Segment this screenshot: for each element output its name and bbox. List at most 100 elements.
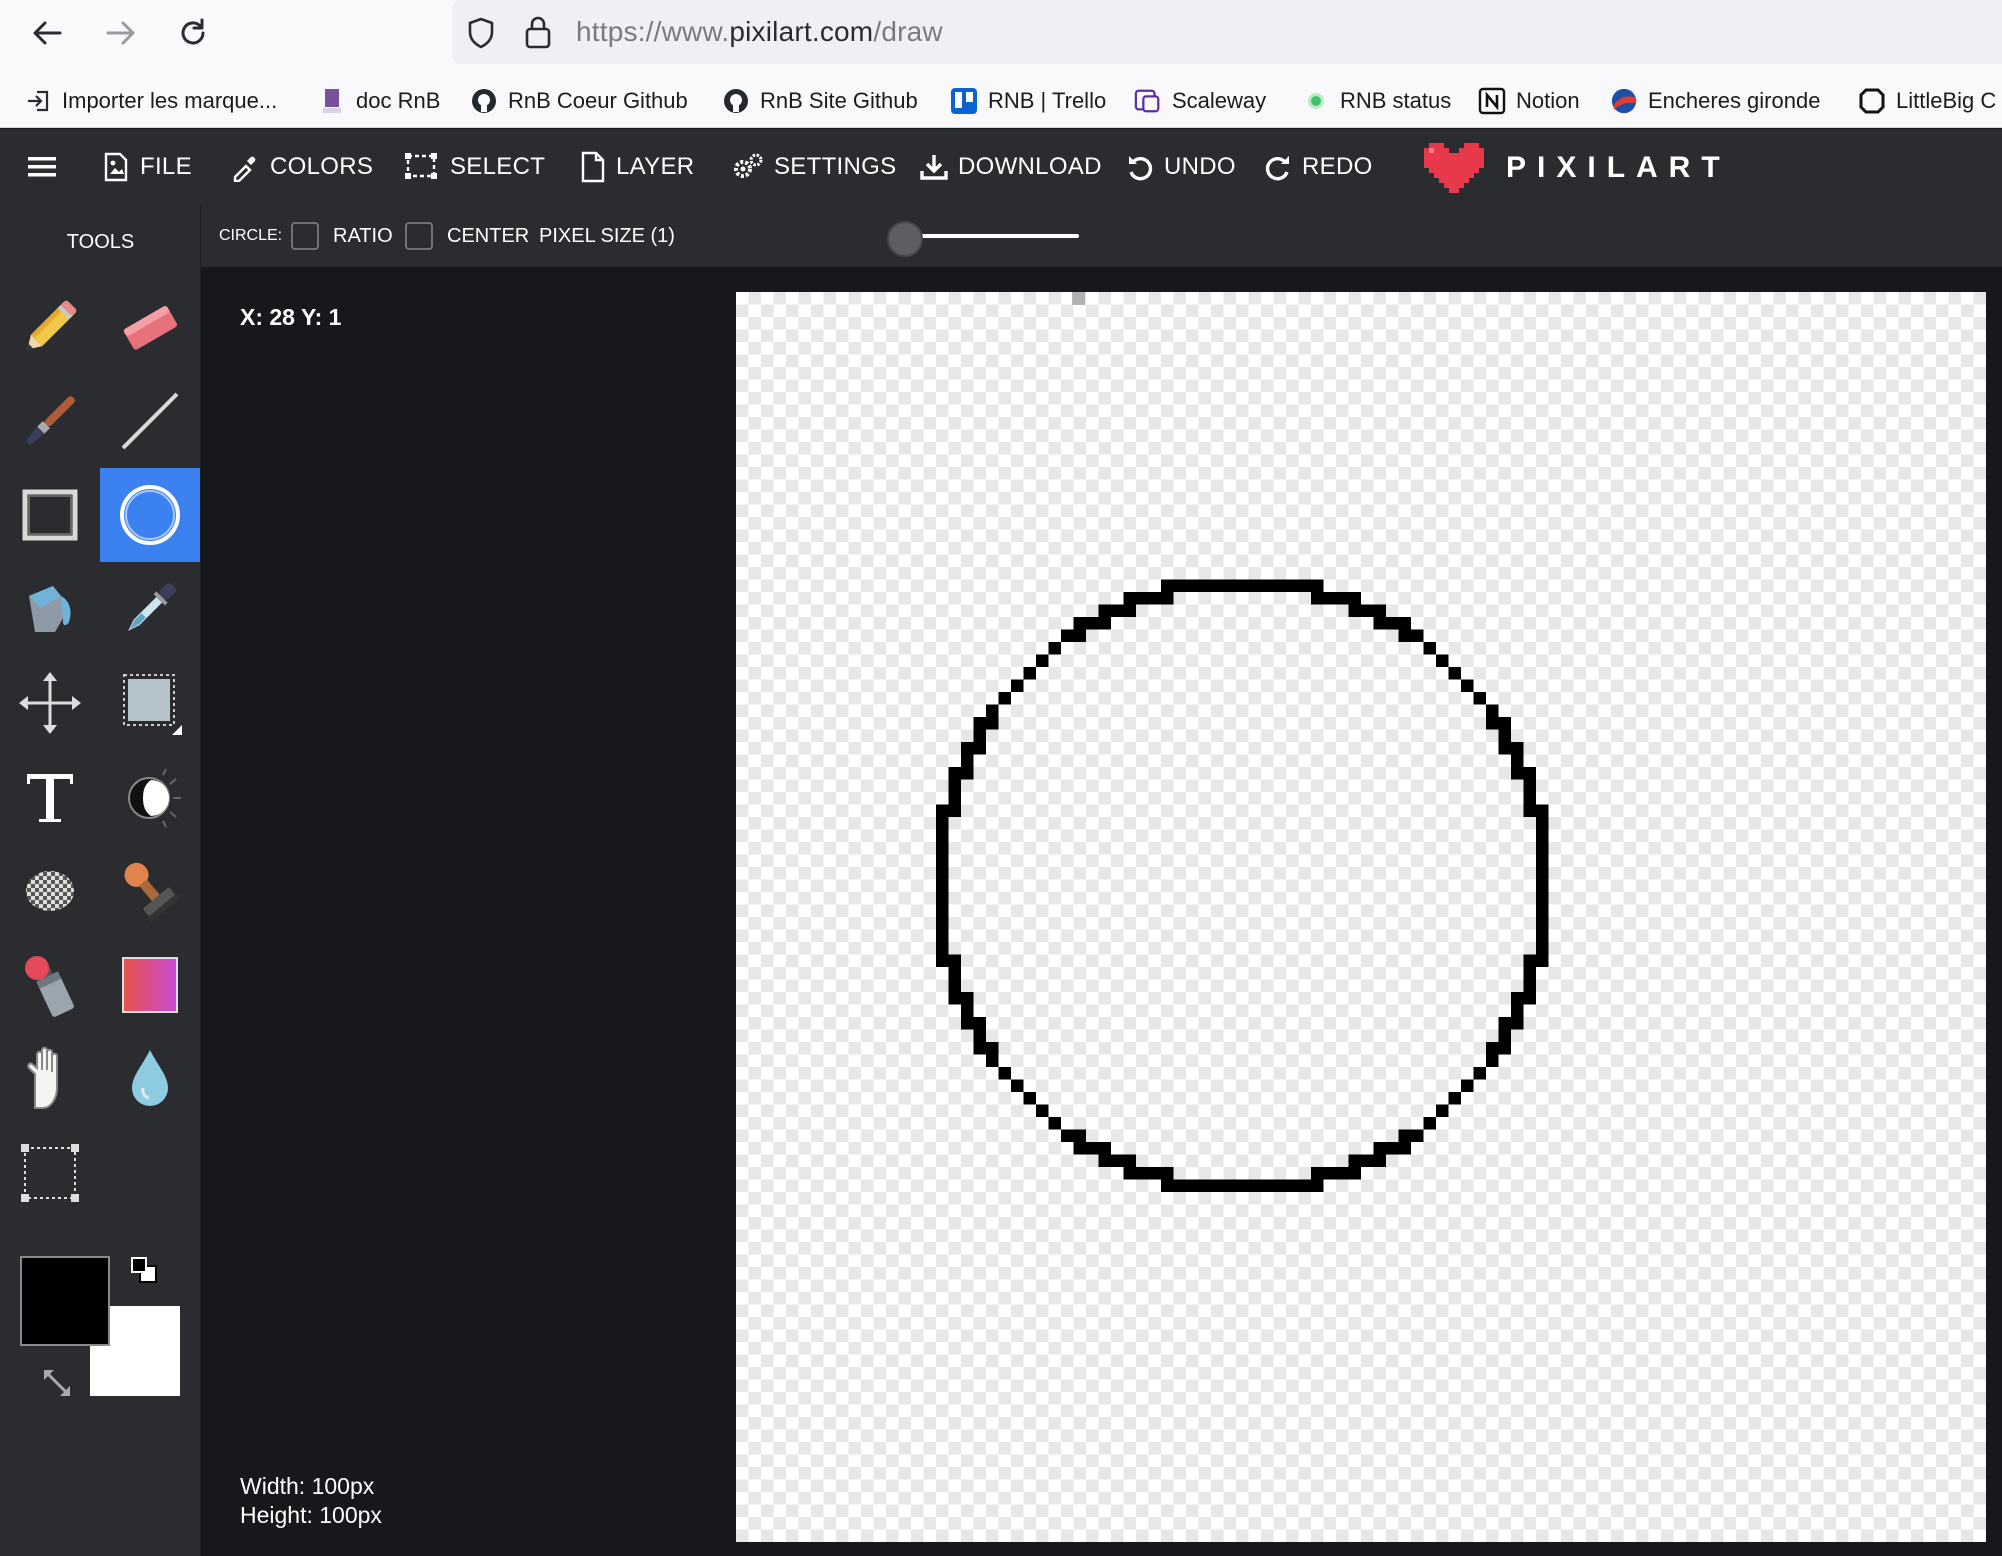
circle-pixel (1073, 617, 1086, 630)
spray-tool[interactable] (0, 938, 100, 1032)
center-checkbox[interactable] (405, 222, 433, 250)
circle-pixel (1011, 1079, 1024, 1092)
bookmark-item[interactable]: doc RnB (318, 84, 440, 118)
circle-pixel (973, 1017, 986, 1030)
hamburger-button[interactable] (28, 129, 56, 205)
hand-tool[interactable] (0, 1032, 100, 1126)
bookmark-item[interactable]: RNB | Trello (950, 84, 1106, 118)
move-tool[interactable] (0, 656, 100, 750)
circle-tool[interactable] (100, 468, 200, 562)
ratio-checkbox[interactable] (291, 222, 319, 250)
gradient-tool[interactable] (100, 938, 200, 1032)
circle-pixel (1536, 879, 1549, 892)
pixel-size-slider-thumb[interactable] (887, 221, 923, 257)
circle-pixel (1073, 1129, 1086, 1142)
circle-pixel (1211, 1179, 1224, 1192)
bookmark-item[interactable]: LittleBig C (1858, 84, 1996, 118)
pixilart-logo[interactable]: PIXILART (1424, 143, 1731, 193)
menu-file[interactable]: FILE (102, 129, 192, 205)
pencil-tool[interactable] (0, 280, 100, 374)
rectangle-tool[interactable] (0, 468, 100, 562)
circle-pixel (1211, 579, 1224, 592)
crop-tool[interactable] (0, 1126, 100, 1220)
primary-color-swatch[interactable] (20, 1256, 110, 1346)
url-bar[interactable]: https://www.pixilart.com/draw (452, 0, 2002, 64)
ratio-option[interactable]: RATIO (291, 205, 393, 267)
circle-pixel (986, 1054, 999, 1067)
bookmark-item[interactable]: Encheres gironde (1610, 84, 1820, 118)
text-tool[interactable] (0, 750, 100, 844)
circle-pixel (1161, 579, 1174, 592)
circle-pixel (1523, 779, 1536, 792)
circle-pixel (1511, 767, 1524, 780)
swap-colors-icon[interactable] (40, 1366, 74, 1400)
circle-pixel (1498, 1029, 1511, 1042)
browser-chrome: https://www.pixilart.com/draw Importer l… (0, 0, 2002, 128)
brush-tool[interactable] (0, 374, 100, 468)
reload-button[interactable] (168, 8, 218, 58)
circle-pixel (1061, 629, 1074, 642)
circle-pixel (948, 792, 961, 805)
circle-pixel (1011, 679, 1024, 692)
circle-pixel (986, 704, 999, 717)
bookmark-item[interactable]: Notion (1478, 84, 1580, 118)
url-text[interactable]: https://www.pixilart.com/draw (576, 16, 943, 48)
gears-icon (732, 152, 764, 182)
circle-pixel (998, 1067, 1011, 1080)
dither-pattern-icon (26, 871, 74, 911)
circle-pixel (1161, 1179, 1174, 1192)
circle-pixel (1086, 617, 1099, 630)
circle-pixel (1136, 592, 1149, 605)
default-colors-icon[interactable] (130, 1256, 160, 1286)
circle-pixel (936, 942, 949, 955)
eraser-tool[interactable] (100, 280, 200, 374)
circle-pixel (1448, 1092, 1461, 1105)
menu-redo[interactable]: REDO (1264, 129, 1373, 205)
water-drop-icon (132, 1050, 168, 1106)
eyedropper-tool[interactable] (100, 562, 200, 656)
bookmark-item[interactable]: Importer les marque... (24, 84, 277, 118)
bookmark-item[interactable]: RnB Site Github (722, 84, 918, 118)
circle-pixel (1398, 629, 1411, 642)
lighten-darken-icon (128, 768, 181, 828)
circle-pixel (1248, 579, 1261, 592)
lighten-darken-tool[interactable] (100, 750, 200, 844)
circle-pixel (1423, 642, 1436, 655)
bookmark-item[interactable]: Scaleway (1134, 84, 1266, 118)
circle-pixel (1348, 604, 1361, 617)
circle-pixel (1311, 592, 1324, 605)
circle-pixel (1186, 1179, 1199, 1192)
fill-bucket-tool[interactable] (0, 562, 100, 656)
forward-button[interactable] (96, 8, 146, 58)
menu-settings[interactable]: SETTINGS (732, 129, 896, 205)
stamp-tool[interactable] (100, 844, 200, 938)
menu-colors[interactable]: COLORS (230, 129, 373, 205)
littlebig-icon (1858, 87, 1886, 115)
menu-download[interactable]: DOWNLOAD (920, 129, 1102, 205)
circle-pixel (1398, 1142, 1411, 1155)
back-button[interactable] (22, 8, 72, 58)
bookmark-item[interactable]: RnB Coeur Github (470, 84, 688, 118)
line-tool[interactable] (100, 374, 200, 468)
menu-undo[interactable]: UNDO (1126, 129, 1236, 205)
blur-tool[interactable] (100, 1032, 200, 1126)
import-icon (24, 87, 52, 115)
circle-pixel (961, 754, 974, 767)
selection-tool[interactable] (100, 656, 200, 750)
bookmark-item[interactable]: RNB status (1302, 84, 1451, 118)
menu-layer[interactable]: LAYER (580, 129, 694, 205)
circle-pixel (1486, 1042, 1499, 1055)
circle-pixel (973, 1042, 986, 1055)
drawing-canvas[interactable] (736, 292, 1986, 1542)
dither-tool[interactable] (0, 844, 100, 938)
circle-pixel (1298, 579, 1311, 592)
circle-pixel (1123, 592, 1136, 605)
circle-pixel (1348, 1167, 1361, 1180)
shield-icon[interactable] (466, 16, 496, 50)
lock-icon[interactable] (524, 14, 552, 50)
center-option[interactable]: CENTER (405, 205, 529, 267)
circle-pixel (1073, 1142, 1086, 1155)
circle-pixel (1098, 1154, 1111, 1167)
circle-pixel (1286, 1179, 1299, 1192)
menu-select[interactable]: SELECT (404, 129, 545, 205)
